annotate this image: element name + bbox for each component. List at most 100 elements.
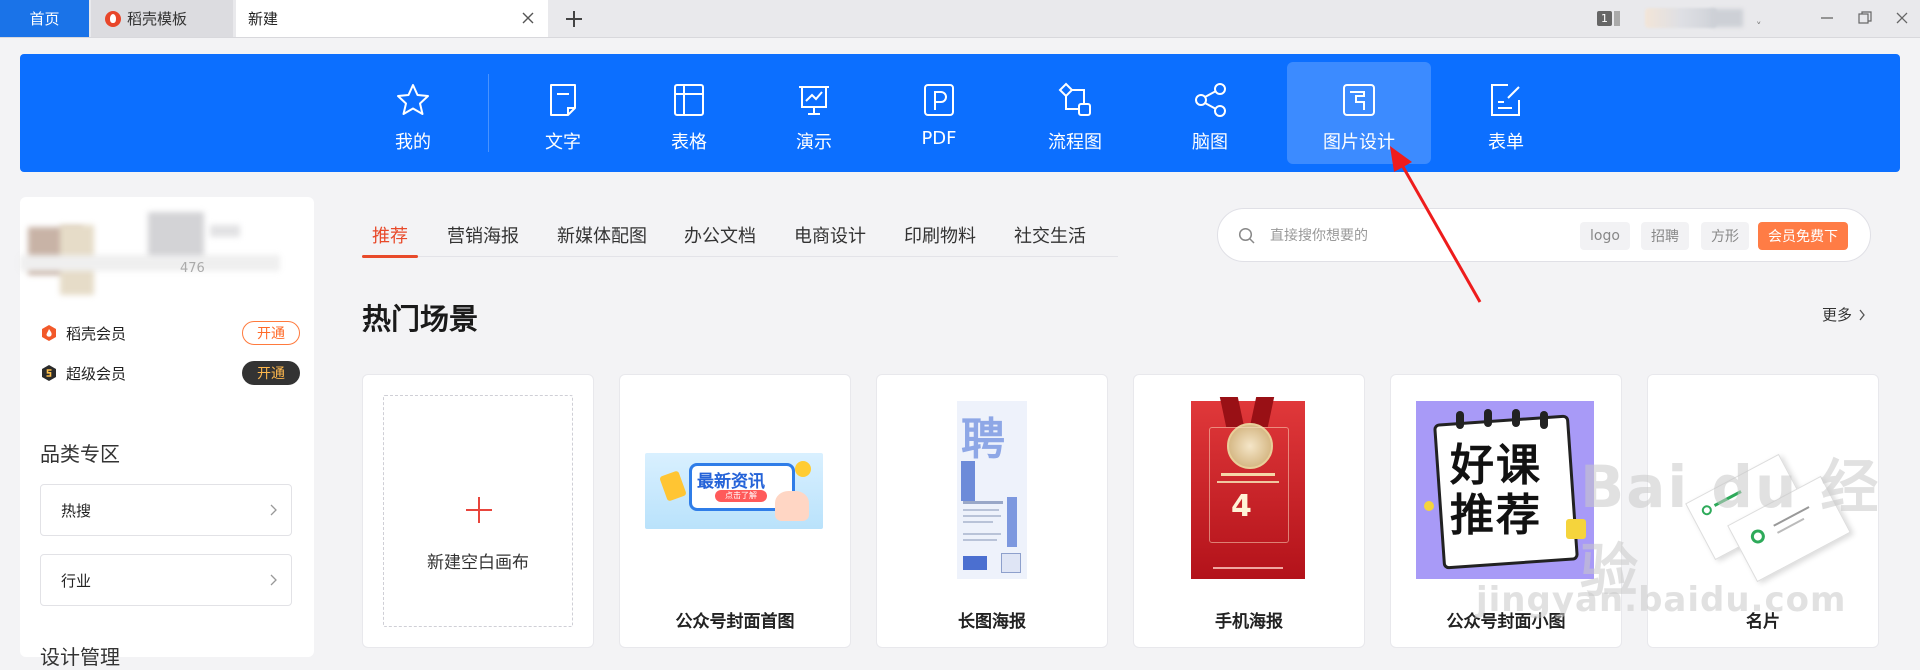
username-blurred <box>1711 9 1743 27</box>
blank-canvas-label: 新建空白画布 <box>427 553 529 573</box>
search-chip-logo[interactable]: logo <box>1580 222 1630 250</box>
search-icon <box>1238 227 1255 244</box>
subtab-marketing-poster[interactable]: 营销海报 <box>447 222 519 256</box>
search-bar: logo 招聘 方形 会员免费下 <box>1217 208 1871 262</box>
docer-vip-label: 稻壳会员 <box>66 324 127 343</box>
sidebar-item-industry[interactable]: 行业 <box>40 554 292 606</box>
minimize-icon[interactable] <box>1818 9 1836 27</box>
thumb-title: 聘 <box>961 414 1005 465</box>
category-zone-title: 品类专区 <box>40 442 120 466</box>
add-tab-icon[interactable] <box>562 7 586 31</box>
tab-new[interactable]: 新建 <box>236 0 548 37</box>
sidebar-item-label: 热搜 <box>61 501 92 520</box>
form-icon <box>1491 84 1520 116</box>
category-label: 表单 <box>1488 132 1524 153</box>
header-divider <box>488 74 489 152</box>
card-wechat-cover[interactable]: 最新资讯 点击了解 公众号封面首图 <box>619 374 851 648</box>
tab-new-label: 新建 <box>248 10 279 28</box>
subtab-ecommerce[interactable]: 电商设计 <box>794 222 866 256</box>
window-close-icon[interactable] <box>1893 9 1911 27</box>
docer-vip-open-button[interactable]: 开通 <box>242 321 300 345</box>
flame-icon <box>42 325 56 341</box>
card-long-poster[interactable]: 聘 长图海报 <box>876 374 1108 648</box>
document-icon <box>550 84 576 116</box>
category-label: 演示 <box>796 132 832 153</box>
presentation-icon <box>799 86 829 115</box>
design-management-title: 设计管理 <box>40 645 120 669</box>
subtab-active-indicator <box>362 255 418 258</box>
avatar[interactable] <box>1645 8 1717 28</box>
search-chip-recruit[interactable]: 招聘 <box>1641 222 1689 250</box>
category-label: 我的 <box>395 132 431 153</box>
wechat-small-cover-thumbnail: 好课推荐 <box>1416 401 1594 579</box>
category-label: 表格 <box>671 132 707 153</box>
restore-icon[interactable] <box>1856 9 1874 27</box>
category-header: 我的 文字 表格 演示 PDF 流程图 脑图 图片设计 表单 <box>20 54 1900 172</box>
card-label: 公众号封面首图 <box>675 612 795 632</box>
pdf-icon <box>924 84 954 116</box>
window-count-badge[interactable]: 1 <box>1597 11 1612 26</box>
card-label: 长图海报 <box>958 612 1026 632</box>
table-icon <box>674 84 704 116</box>
baidu-watermark-url: jingyan.baidu.com <box>1476 580 1847 620</box>
subtab-new-media[interactable]: 新媒体配图 <box>557 222 647 256</box>
tab-bar: 首页 稻壳模板 新建 1 ˅ <box>0 0 1920 38</box>
super-vip-label: 超级会员 <box>66 364 127 383</box>
profile-blur <box>20 255 280 271</box>
tab-docer-templates[interactable]: 稻壳模板 <box>91 0 233 37</box>
category-flowchart[interactable]: 流程图 <box>1003 62 1147 164</box>
thumb-title: 最新资讯 <box>697 472 765 492</box>
thumb-title: 好课推荐 <box>1450 440 1542 541</box>
section-title: 热门场景 <box>362 302 479 336</box>
subtab-divider <box>362 256 1118 257</box>
super-vip-icon <box>42 365 56 381</box>
super-vip-open-button[interactable]: 开通 <box>242 361 300 385</box>
image-design-icon <box>1343 84 1375 116</box>
category-label: 脑图 <box>1192 132 1228 153</box>
blank-canvas-frame: 新建空白画布 <box>383 395 573 627</box>
category-mine[interactable]: 我的 <box>341 62 485 164</box>
sidebar-item-label: 行业 <box>61 571 92 590</box>
tab-home[interactable]: 首页 <box>0 0 89 37</box>
card-label: 手机海报 <box>1215 612 1283 632</box>
wechat-cover-thumbnail: 最新资讯 点击了解 <box>645 453 823 529</box>
category-label: 文字 <box>545 132 581 153</box>
category-writer[interactable]: 文字 <box>491 62 635 164</box>
subtab-print[interactable]: 印刷物料 <box>904 222 976 256</box>
thumb-title: 4 <box>1231 489 1252 524</box>
card-mobile-poster[interactable]: 4 手机海报 <box>1133 374 1365 648</box>
tab-docer-label: 稻壳模板 <box>127 10 188 28</box>
super-vip-row: 超级会员 开通 <box>40 359 300 387</box>
subtab-social-life[interactable]: 社交生活 <box>1014 222 1086 256</box>
account-chevron-icon[interactable]: ˅ <box>1756 8 1762 45</box>
docer-vip-row: 稻壳会员 开通 <box>40 319 300 347</box>
chevron-right-icon <box>270 574 277 586</box>
sidebar-item-hot-search[interactable]: 热搜 <box>40 484 292 536</box>
mindmap-icon <box>1195 83 1226 117</box>
sidebar: 476 稻壳会员 开通 超级会员 开通 品类专区 热搜 行业 设计管理 <box>20 197 314 669</box>
profile-blur <box>210 225 240 237</box>
profile-id: 476 <box>180 261 205 276</box>
search-chip-square[interactable]: 方形 <box>1701 222 1749 250</box>
category-label: 流程图 <box>1048 132 1102 153</box>
more-label: 更多 <box>1822 306 1853 324</box>
subtab-office-docs[interactable]: 办公文档 <box>684 222 756 256</box>
category-pdf[interactable]: PDF <box>867 62 1011 164</box>
docer-logo-icon <box>105 10 121 27</box>
long-poster-thumbnail: 聘 <box>957 401 1027 579</box>
more-link[interactable]: 更多 <box>1822 304 1866 325</box>
category-presentation[interactable]: 演示 <box>742 62 886 164</box>
category-label: PDF <box>921 128 957 149</box>
window-count-bar <box>1614 11 1620 26</box>
category-mindmap[interactable]: 脑图 <box>1138 62 1282 164</box>
card-blank-canvas[interactable]: 新建空白画布 <box>362 374 594 648</box>
plus-icon <box>466 497 492 523</box>
close-icon[interactable] <box>520 10 536 26</box>
chevron-right-icon <box>270 504 277 516</box>
mobile-poster-thumbnail: 4 <box>1191 397 1305 579</box>
subtab-recommend[interactable]: 推荐 <box>372 222 408 256</box>
thumb-subtitle: 点击了解 <box>715 490 767 502</box>
category-spreadsheet[interactable]: 表格 <box>617 62 761 164</box>
chevron-right-icon <box>1859 309 1865 320</box>
vip-free-download-button[interactable]: 会员免费下 <box>1758 222 1848 250</box>
